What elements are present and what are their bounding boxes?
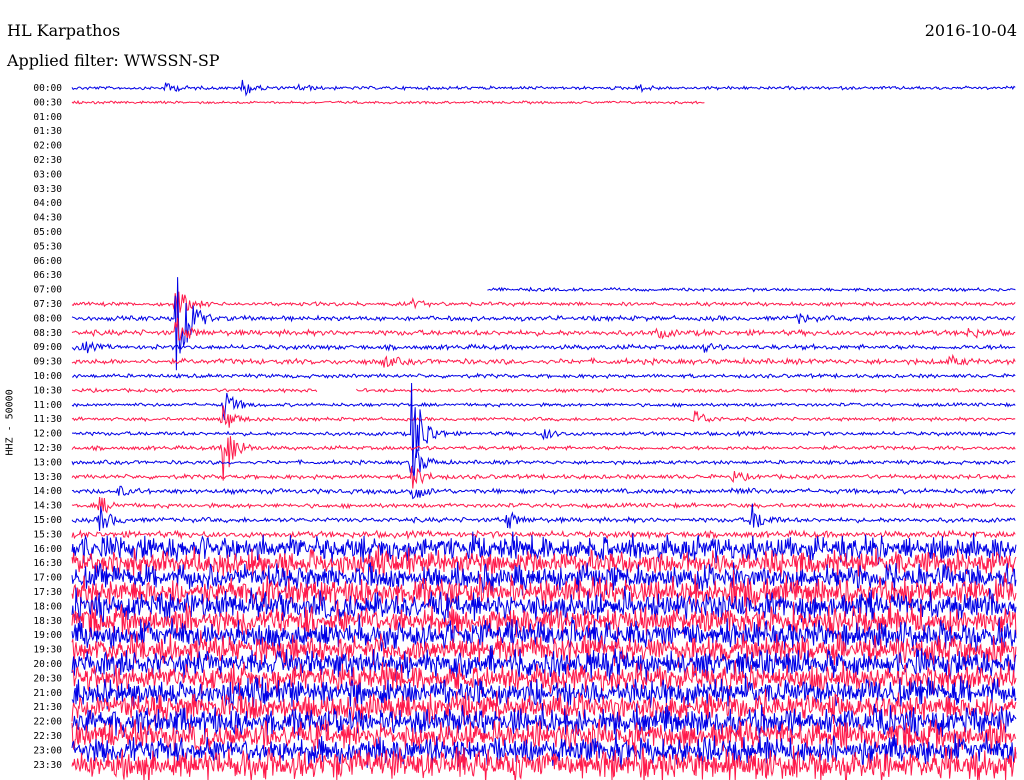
y-tick-label: 09:00 bbox=[33, 342, 62, 353]
y-tick-label: 12:30 bbox=[33, 443, 62, 454]
y-tick-label: 13:00 bbox=[33, 457, 62, 468]
trace-0700 bbox=[487, 286, 1016, 293]
trace-0000 bbox=[71, 79, 1016, 97]
y-tick-label: 08:30 bbox=[33, 328, 62, 339]
trace-1030 bbox=[71, 387, 1016, 394]
y-tick-label: 22:30 bbox=[33, 731, 62, 742]
y-tick-label: 04:30 bbox=[33, 213, 62, 224]
y-tick-label: 15:30 bbox=[33, 529, 62, 540]
y-tick-label: 11:00 bbox=[33, 400, 62, 411]
y-tick-label: 02:00 bbox=[33, 141, 62, 152]
trace-1200 bbox=[72, 382, 1016, 473]
y-tick-label: 16:00 bbox=[33, 544, 62, 555]
y-tick-label: 23:00 bbox=[33, 745, 62, 756]
y-tick-label: 07:30 bbox=[33, 299, 62, 310]
trace-0930 bbox=[71, 353, 1016, 368]
trace-1000 bbox=[71, 372, 1016, 380]
trace-0730 bbox=[71, 291, 1016, 319]
y-tick-label: 22:00 bbox=[33, 717, 62, 728]
y-tick-label: 13:30 bbox=[33, 472, 62, 483]
y-tick-label: 03:30 bbox=[33, 184, 62, 195]
y-tick-label: 11:30 bbox=[33, 414, 62, 425]
y-tick-label: 14:30 bbox=[33, 501, 62, 512]
y-tick-label: 21:30 bbox=[33, 702, 62, 713]
y-tick-label: 10:30 bbox=[33, 385, 62, 396]
y-tick-label: 15:00 bbox=[33, 515, 62, 526]
y-tick-label: 12:00 bbox=[33, 429, 62, 440]
y-tick-label: 01:00 bbox=[33, 112, 62, 123]
trace-0030 bbox=[71, 99, 705, 105]
y-tick-label: 07:00 bbox=[33, 285, 62, 296]
trace-1100 bbox=[71, 392, 1016, 421]
y-tick-label: 20:30 bbox=[33, 673, 62, 684]
y-tick-label: 20:00 bbox=[33, 659, 62, 670]
trace-0900 bbox=[71, 341, 1016, 354]
trace-1430 bbox=[71, 497, 1016, 514]
y-tick-label: 03:00 bbox=[33, 169, 62, 180]
y-tick-label: 16:30 bbox=[33, 558, 62, 569]
y-tick-label: 01:30 bbox=[33, 126, 62, 137]
y-tick-label: 19:00 bbox=[33, 630, 62, 641]
trace-1330 bbox=[71, 466, 1016, 489]
y-tick-label: 00:30 bbox=[33, 97, 62, 108]
y-tick-label: 14:00 bbox=[33, 486, 62, 497]
y-tick-label: 09:30 bbox=[33, 357, 62, 368]
y-tick-label: 02:30 bbox=[33, 155, 62, 166]
y-tick-label: 18:30 bbox=[33, 616, 62, 627]
y-tick-label: 18:00 bbox=[33, 601, 62, 612]
y-tick-label: 19:30 bbox=[33, 645, 62, 656]
y-tick-label: 06:30 bbox=[33, 270, 62, 281]
y-tick-label: 05:30 bbox=[33, 241, 62, 252]
y-tick-label: 06:00 bbox=[33, 256, 62, 267]
y-tick-label: 17:30 bbox=[33, 587, 62, 598]
trace-1130 bbox=[71, 405, 1016, 428]
trace-1400 bbox=[71, 485, 1016, 500]
y-tick-label: 04:00 bbox=[33, 198, 62, 209]
y-tick-label: 05:00 bbox=[33, 227, 62, 238]
y-tick-label: 00:00 bbox=[33, 83, 62, 94]
seismogram-plot: 00:00 00:30 01:00 01:30 02:00 02:30 03:00 03:30… bbox=[33, 79, 1017, 780]
y-tick-label: 08:00 bbox=[33, 313, 62, 324]
y-tick-label: 10:00 bbox=[33, 371, 62, 382]
y-tick-label: 21:00 bbox=[33, 688, 62, 699]
trace-0830 bbox=[71, 317, 1016, 341]
y-tick-label: 23:30 bbox=[33, 760, 62, 771]
y-tick-label: 17:00 bbox=[33, 573, 62, 584]
